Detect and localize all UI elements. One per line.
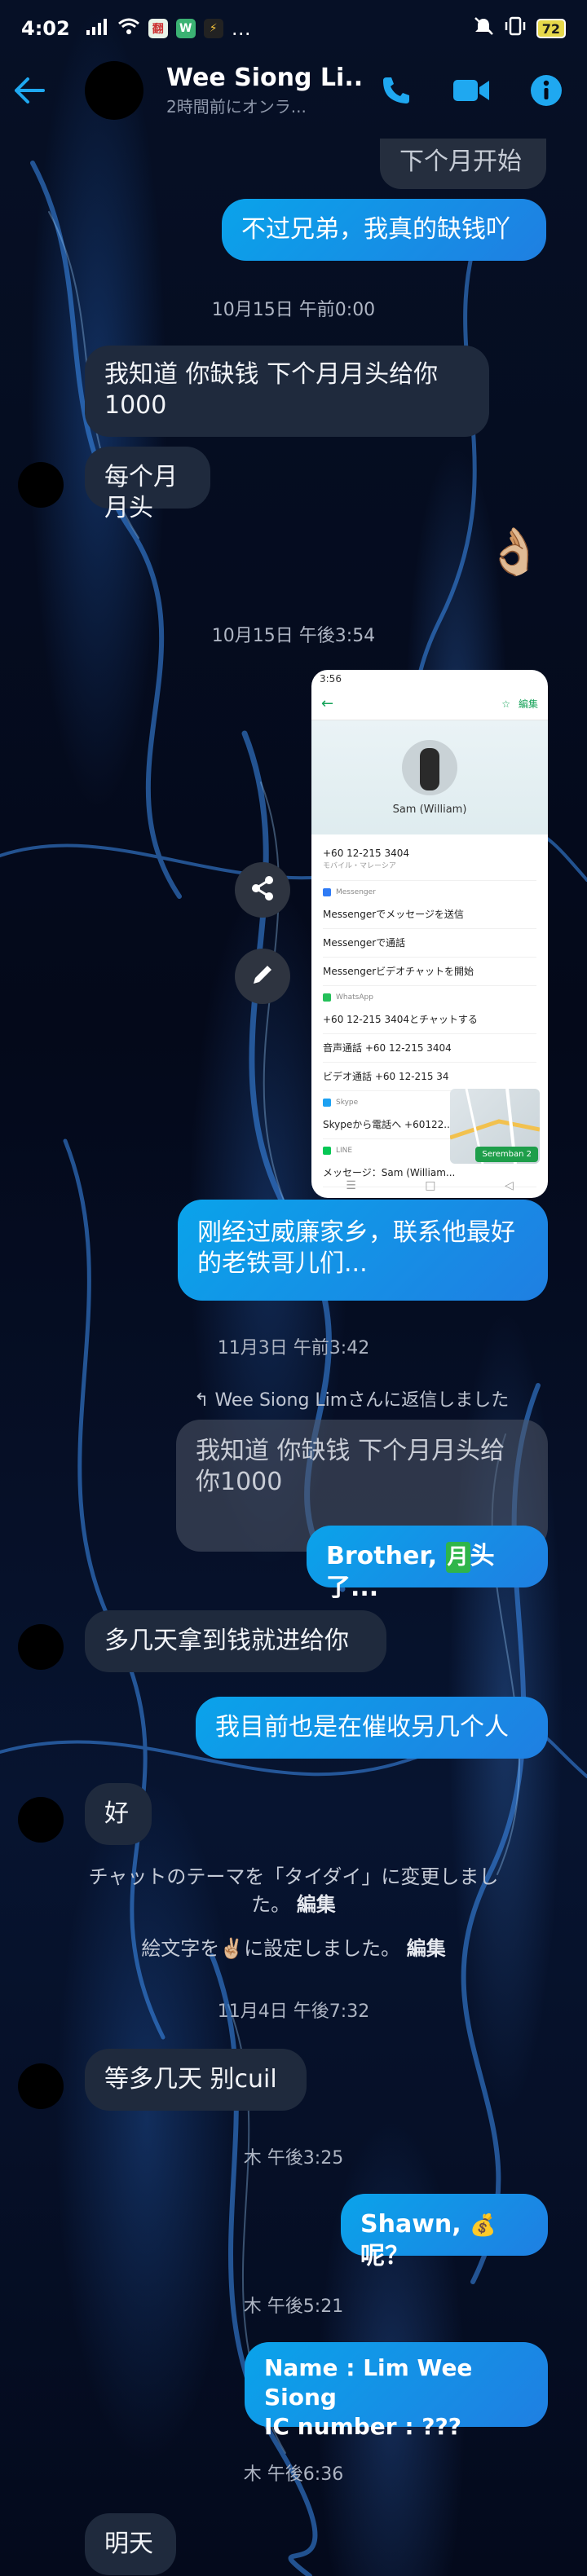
screenshot-edit-link: ☆ 編集 bbox=[501, 698, 538, 710]
message-incoming[interactable]: 我知道 你缺钱 下个月月头给你1000 bbox=[85, 346, 489, 437]
message-incoming[interactable]: 下个月开始 bbox=[380, 139, 546, 189]
mute-icon bbox=[473, 16, 494, 41]
victory-hand-emoji: ✌🏼 bbox=[219, 1937, 245, 1960]
status-time: 4:02 bbox=[21, 17, 70, 40]
wifi-icon bbox=[117, 17, 140, 40]
message-incoming[interactable]: 明天 bbox=[85, 2513, 176, 2575]
timestamp: 11月4日 午後7:32 bbox=[217, 2001, 370, 2022]
reply-indicator: ↰ Wee Siong Limさんに返信しました bbox=[194, 1390, 510, 1411]
screenshot-phone: +60 12-215 3404 bbox=[323, 848, 409, 859]
timestamp: 木 午後5:21 bbox=[243, 2296, 344, 2317]
share-button[interactable] bbox=[235, 862, 290, 918]
contact-name: Wee Siong Li... bbox=[166, 64, 362, 92]
timestamp: 10月15日 午前0:00 bbox=[211, 300, 376, 320]
info-icon[interactable] bbox=[530, 74, 563, 107]
vibrate-icon bbox=[504, 16, 527, 41]
screenshot-nav-home-icon: □ bbox=[425, 1179, 436, 1192]
system-notice-theme: チャットのテーマを「タイダイ」に変更しました。 編集 bbox=[88, 1865, 499, 1916]
timestamp: 木 午後6:36 bbox=[243, 2464, 344, 2485]
share-icon bbox=[249, 874, 276, 905]
timestamp: 11月3日 午前3:42 bbox=[217, 1338, 370, 1358]
edit-button[interactable] bbox=[235, 949, 290, 1004]
more-notifications: … bbox=[231, 17, 251, 40]
money-bag-emoji: 💰 bbox=[470, 2213, 497, 2238]
screenshot-map-chip: Seremban 2 bbox=[475, 1147, 538, 1162]
timestamp: 10月15日 午後3:54 bbox=[211, 626, 376, 646]
back-arrow-icon[interactable] bbox=[0, 57, 59, 124]
shared-screenshot-image[interactable]: 3:56 ← ☆ 編集 Sam (William) +60 12-215 3404… bbox=[311, 670, 548, 1198]
signal-icon bbox=[86, 17, 109, 40]
sender-avatar[interactable] bbox=[18, 1797, 64, 1843]
sender-avatar[interactable] bbox=[18, 2063, 64, 2109]
contact-title[interactable]: Wee Siong Li... 2時間前にオンラ... bbox=[166, 64, 362, 117]
message-incoming[interactable]: 等多几天 别cuil bbox=[85, 2049, 307, 2111]
sender-avatar[interactable] bbox=[18, 1624, 64, 1670]
screenshot-status-time: 3:56 bbox=[320, 673, 342, 685]
app-notification-icon: 翻 bbox=[148, 19, 168, 38]
app-notification-icon: ⚡ bbox=[203, 19, 223, 38]
edit-emoji-link[interactable]: 編集 bbox=[407, 1937, 446, 1960]
reply-icon: ↰ bbox=[194, 1390, 215, 1411]
message-outgoing[interactable]: Shawn, 💰呢？ bbox=[341, 2194, 548, 2270]
edit-theme-link[interactable]: 編集 bbox=[297, 1893, 336, 1916]
timestamp: 木 午後3:25 bbox=[243, 2148, 344, 2169]
ok-hand-emoji-message[interactable]: 👌🏼 bbox=[486, 525, 543, 579]
message-incoming[interactable]: 多几天拿到钱就进给你 bbox=[85, 1610, 386, 1672]
moon-emoji: 月 bbox=[445, 1542, 470, 1573]
video-call-icon[interactable] bbox=[452, 77, 491, 104]
message-outgoing[interactable]: 刚经过威廉家乡，联系他最好的老铁哥儿们... bbox=[178, 1200, 548, 1301]
message-outgoing[interactable]: 不过兄弟，我真的缺钱吖 bbox=[222, 199, 546, 261]
message-outgoing[interactable]: 我目前也是在催收另几个人 bbox=[196, 1697, 548, 1759]
status-bar: 4:02 翻 W ⚡ … 72 bbox=[0, 0, 587, 57]
phone-call-icon[interactable] bbox=[380, 74, 413, 107]
screenshot-nav-back-icon: ◁ bbox=[504, 1179, 514, 1192]
message-incoming[interactable]: 每个月月头 bbox=[85, 447, 210, 522]
app-notification-icon: W bbox=[175, 19, 196, 38]
contact-avatar[interactable] bbox=[85, 61, 143, 120]
screenshot-back-icon: ← bbox=[321, 695, 334, 712]
screenshot-contact-name: Sam (William) bbox=[392, 803, 467, 816]
message-incoming[interactable]: 好 bbox=[85, 1783, 152, 1845]
screenshot-nav-menu-icon: ☰ bbox=[346, 1179, 356, 1192]
conversation-header: Wee Siong Li... 2時間前にオンラ... bbox=[0, 57, 587, 124]
system-notice-emoji: 絵文字を✌🏼に設定しました。 編集 bbox=[141, 1937, 446, 1960]
contact-status: 2時間前にオンラ... bbox=[166, 97, 307, 117]
pencil-icon bbox=[249, 962, 276, 991]
screenshot-contact-photo bbox=[402, 739, 457, 795]
message-outgoing[interactable]: Name : Lim Wee Siong IC number : ??? bbox=[245, 2342, 548, 2440]
message-outgoing[interactable]: Brother, 月头了... bbox=[307, 1526, 548, 1602]
battery-icon: 72 bbox=[536, 19, 566, 38]
sender-avatar[interactable] bbox=[18, 462, 64, 508]
